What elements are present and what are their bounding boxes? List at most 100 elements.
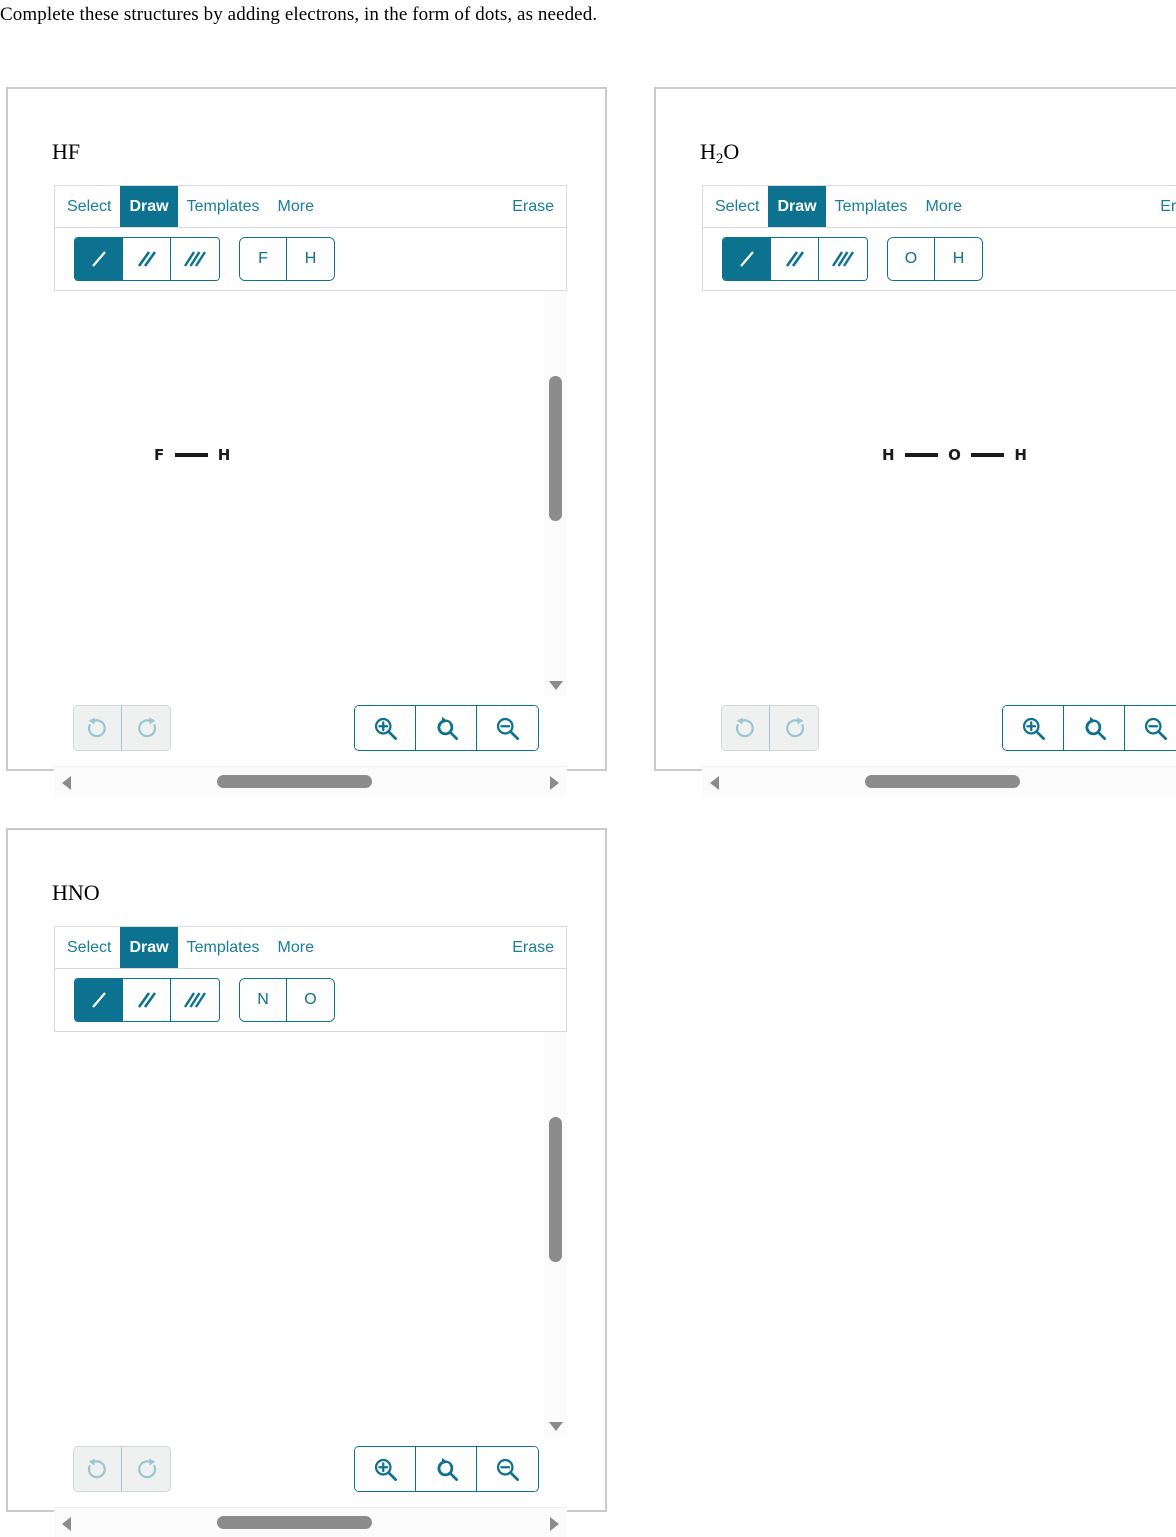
scroll-left-arrow-icon[interactable] bbox=[62, 1517, 71, 1531]
element-button-group: F H bbox=[239, 237, 335, 281]
zoom-out-icon[interactable] bbox=[477, 706, 538, 750]
erase-button[interactable]: Erase bbox=[504, 927, 566, 968]
scroll-right-arrow-icon[interactable] bbox=[550, 776, 559, 790]
panel-title-hno-text: HNO bbox=[52, 880, 100, 905]
zoom-reset-icon[interactable] bbox=[416, 1447, 477, 1491]
element-button-h[interactable]: H bbox=[287, 238, 334, 280]
tab-select[interactable]: Select bbox=[55, 927, 120, 968]
bond-tool-group bbox=[722, 237, 868, 281]
zoom-button-group bbox=[354, 1446, 539, 1492]
editor-control-bar bbox=[54, 1437, 567, 1507]
editor-toolrow: N O bbox=[54, 968, 567, 1032]
canvas-vertical-scrollbar[interactable] bbox=[544, 291, 567, 696]
scroll-down-arrow-icon[interactable] bbox=[549, 1422, 563, 1431]
element-button-o[interactable]: O bbox=[888, 238, 935, 280]
editor-tabstrip: Select Draw Templates More Erase bbox=[702, 185, 1176, 227]
zoom-in-icon[interactable] bbox=[355, 706, 416, 750]
drawing-canvas-hno[interactable] bbox=[54, 1032, 567, 1437]
tab-templates[interactable]: Templates bbox=[178, 186, 269, 227]
editor-control-bar bbox=[54, 696, 567, 766]
element-button-f[interactable]: F bbox=[240, 238, 287, 280]
zoom-reset-icon[interactable] bbox=[1064, 706, 1125, 750]
single-bond-icon[interactable] bbox=[723, 238, 771, 280]
scroll-right-arrow-icon[interactable] bbox=[550, 1517, 559, 1531]
tab-more[interactable]: More bbox=[917, 186, 971, 227]
element-button-n[interactable]: N bbox=[240, 979, 287, 1021]
bond-tool-group bbox=[74, 237, 220, 281]
drawing-canvas-hf[interactable]: F H bbox=[54, 291, 567, 696]
undo-icon[interactable] bbox=[74, 706, 122, 750]
redo-icon[interactable] bbox=[122, 1447, 170, 1491]
tab-more[interactable]: More bbox=[269, 927, 323, 968]
molecule-panel-hno: HNO Select Draw Templates More Erase N O bbox=[6, 828, 607, 1537]
scroll-left-arrow-icon[interactable] bbox=[710, 776, 719, 790]
editor-tabs: Select Draw Templates More bbox=[703, 186, 971, 227]
redo-icon[interactable] bbox=[770, 706, 818, 750]
molecule-structure-hf: F H bbox=[154, 446, 231, 464]
page-title: Complete these structures by adding elec… bbox=[0, 4, 598, 25]
tab-more[interactable]: More bbox=[269, 186, 323, 227]
scroll-down-arrow-icon[interactable] bbox=[549, 681, 563, 690]
editor-control-bar bbox=[702, 696, 1176, 766]
tab-select[interactable]: Select bbox=[55, 186, 120, 227]
erase-button[interactable]: Erase bbox=[504, 186, 566, 227]
scroll-left-arrow-icon[interactable] bbox=[62, 776, 71, 790]
structure-editor-hf: Select Draw Templates More Erase F H F H bbox=[54, 185, 567, 796]
editor-tabs: Select Draw Templates More bbox=[55, 927, 323, 968]
tab-select[interactable]: Select bbox=[703, 186, 768, 227]
drawing-canvas-h2o[interactable]: H O H bbox=[702, 291, 1176, 696]
triple-bond-icon[interactable] bbox=[171, 979, 219, 1021]
element-button-o[interactable]: O bbox=[287, 979, 334, 1021]
atom-label-right: H bbox=[1014, 446, 1028, 464]
tab-draw[interactable]: Draw bbox=[768, 186, 826, 227]
horizontal-scrollbar-thumb[interactable] bbox=[865, 775, 1020, 788]
editor-toolrow: F H bbox=[54, 227, 567, 291]
history-button-group bbox=[73, 1446, 171, 1492]
element-button-h[interactable]: H bbox=[935, 238, 982, 280]
zoom-in-icon[interactable] bbox=[355, 1447, 416, 1491]
canvas-horizontal-scrollbar[interactable] bbox=[54, 766, 567, 796]
zoom-out-icon[interactable] bbox=[477, 1447, 538, 1491]
double-bond-icon[interactable] bbox=[771, 238, 819, 280]
canvas-vertical-scrollbar[interactable] bbox=[544, 1032, 567, 1437]
zoom-reset-icon[interactable] bbox=[416, 706, 477, 750]
single-bond-icon[interactable] bbox=[75, 238, 123, 280]
history-button-group bbox=[73, 705, 171, 751]
triple-bond-icon[interactable] bbox=[171, 238, 219, 280]
redo-icon[interactable] bbox=[122, 706, 170, 750]
tab-draw[interactable]: Draw bbox=[120, 186, 178, 227]
double-bond-icon[interactable] bbox=[123, 238, 171, 280]
editor-tabstrip: Select Draw Templates More Erase bbox=[54, 185, 567, 227]
undo-icon[interactable] bbox=[722, 706, 770, 750]
zoom-in-icon[interactable] bbox=[1003, 706, 1064, 750]
atom-label-right: H bbox=[217, 446, 231, 464]
double-bond-icon[interactable] bbox=[123, 979, 171, 1021]
zoom-out-icon[interactable] bbox=[1125, 706, 1176, 750]
horizontal-scrollbar-thumb[interactable] bbox=[217, 775, 372, 788]
bond-line bbox=[174, 453, 208, 457]
undo-icon[interactable] bbox=[74, 1447, 122, 1491]
element-button-group: N O bbox=[239, 978, 335, 1022]
vertical-scrollbar-thumb[interactable] bbox=[549, 376, 562, 521]
vertical-scrollbar-thumb[interactable] bbox=[549, 1117, 562, 1262]
tab-templates[interactable]: Templates bbox=[178, 927, 269, 968]
canvas-horizontal-scrollbar[interactable] bbox=[702, 766, 1176, 796]
editor-toolrow: O H bbox=[702, 227, 1176, 291]
bond-line bbox=[905, 453, 939, 457]
bond-line bbox=[971, 453, 1005, 457]
tabstrip-spacer bbox=[323, 927, 504, 968]
editor-tabs: Select Draw Templates More bbox=[55, 186, 323, 227]
tabstrip-spacer bbox=[323, 186, 504, 227]
panel-title-hf: HF bbox=[52, 139, 80, 165]
horizontal-scrollbar-thumb[interactable] bbox=[217, 1516, 372, 1529]
tab-templates[interactable]: Templates bbox=[826, 186, 917, 227]
erase-button[interactable]: Erase bbox=[1152, 186, 1176, 227]
structure-editor-hno: Select Draw Templates More Erase N O bbox=[54, 926, 567, 1537]
single-bond-icon[interactable] bbox=[75, 979, 123, 1021]
tab-draw[interactable]: Draw bbox=[120, 927, 178, 968]
molecule-structure-h2o: H O H bbox=[882, 446, 1027, 464]
triple-bond-icon[interactable] bbox=[819, 238, 867, 280]
canvas-horizontal-scrollbar[interactable] bbox=[54, 1507, 567, 1537]
zoom-button-group bbox=[1002, 705, 1176, 751]
panel-title-h2o-base: H bbox=[700, 139, 716, 164]
